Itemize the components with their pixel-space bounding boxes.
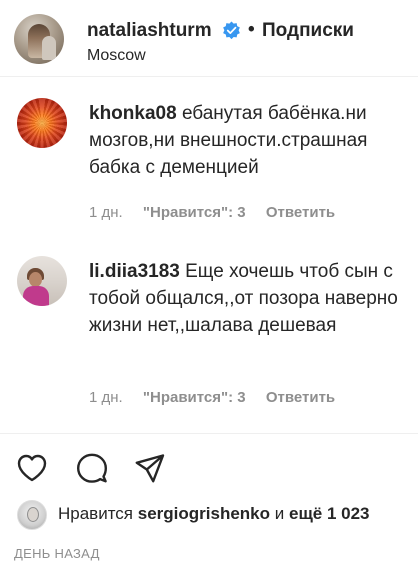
header-divider [0, 76, 418, 77]
comment-likes[interactable]: "Нравится": 3 [143, 204, 246, 221]
author-avatar[interactable] [14, 14, 64, 64]
liker-avatar[interactable] [17, 500, 47, 530]
avatar-figure-secondary [42, 36, 56, 60]
reply-button[interactable]: Ответить [266, 389, 335, 406]
likes-summary-text: Нравится sergiogrishenko и ещё 1 023 [58, 504, 370, 524]
actions-divider [0, 433, 418, 434]
avatar-flower-pattern [17, 98, 67, 148]
comment-meta: 1 дн. "Нравится": 3 Ответить [89, 204, 335, 221]
comment-bubble-icon[interactable] [76, 452, 108, 484]
comment-username[interactable]: li.diia3183 [89, 261, 180, 282]
comment-age[interactable]: 1 дн. [89, 204, 123, 221]
comment-username[interactable]: khonka08 [89, 103, 177, 124]
heart-icon[interactable] [16, 452, 48, 484]
reply-button[interactable]: Ответить [266, 204, 335, 221]
likes-summary: Нравится sergiogrishenko и ещё 1 023 [0, 500, 418, 530]
avatar-shirt [23, 286, 49, 306]
post-actions [0, 446, 418, 486]
header-separator: • [248, 19, 255, 40]
comment-body: li.diia3183 Еще хочешь чтоб сын с тобой … [89, 258, 401, 339]
comment-likes[interactable]: "Нравится": 3 [143, 389, 246, 406]
author-username[interactable]: nataliashturm [87, 20, 212, 42]
post-timestamp[interactable]: ДЕНЬ НАЗАД [14, 546, 100, 561]
liker-username[interactable]: sergiogrishenko [138, 504, 270, 523]
post-location[interactable]: Moscow [87, 47, 146, 65]
likes-middle: и [274, 504, 285, 523]
likes-prefix: Нравится [58, 504, 134, 523]
post-header: nataliashturm • Подписки Moscow [0, 0, 418, 76]
paper-plane-icon[interactable] [134, 452, 166, 484]
liker-avatar-face [27, 507, 39, 522]
following-button[interactable]: Подписки [262, 20, 354, 42]
commenter-avatar[interactable] [17, 256, 67, 306]
avatar-head [29, 272, 42, 287]
likes-count-link[interactable]: ещё 1 023 [289, 504, 370, 523]
comment-meta: 1 дн. "Нравится": 3 Ответить [89, 389, 335, 406]
comment-age[interactable]: 1 дн. [89, 389, 123, 406]
commenter-avatar[interactable] [17, 98, 67, 148]
verified-badge-icon [223, 21, 240, 40]
comment-body: khonka08 ебанутая бабёнка.ни мозгов,ни в… [89, 100, 401, 181]
